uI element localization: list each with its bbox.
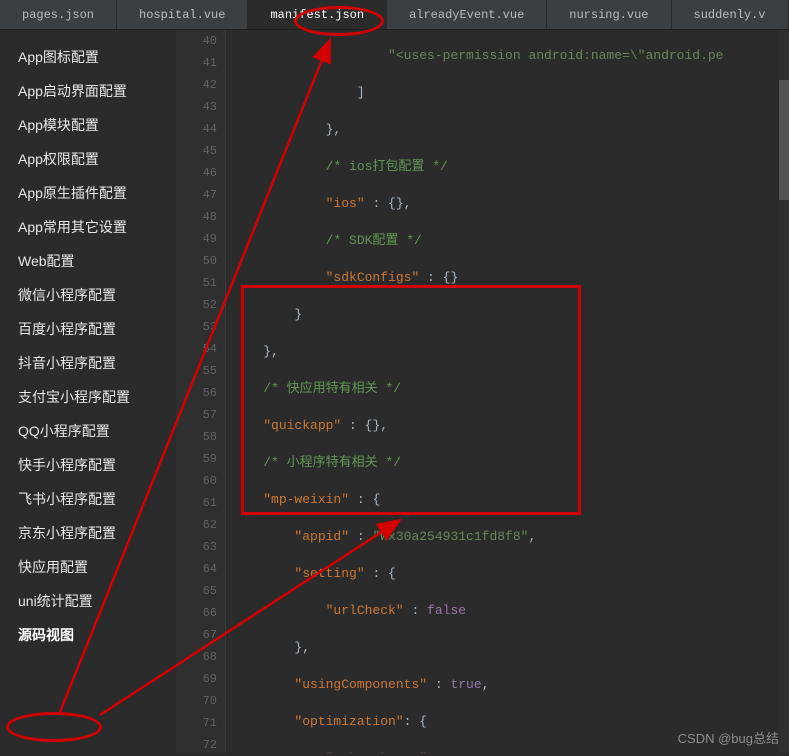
line-number: 47 <box>176 184 217 206</box>
code-text: , <box>528 529 536 544</box>
sidebar-item-app-splash[interactable]: App启动界面配置 <box>0 74 176 108</box>
code-text: ] <box>357 85 365 100</box>
code-key: "quickapp" <box>263 418 341 433</box>
line-number: 49 <box>176 228 217 250</box>
manifest-sidebar: App图标配置 App启动界面配置 App模块配置 App权限配置 App原生插… <box>0 30 176 753</box>
code-text: : { <box>365 566 396 581</box>
tab-manifest-json[interactable]: manifest.json <box>248 0 387 29</box>
sidebar-item-source-view[interactable]: 源码视图 <box>0 618 176 652</box>
code-comment: /* SDK配置 */ <box>326 233 422 248</box>
line-number: 68 <box>176 646 217 668</box>
code-text: }, <box>326 122 342 137</box>
sidebar-item-web[interactable]: Web配置 <box>0 244 176 278</box>
sidebar-item-quickapp[interactable]: 快应用配置 <box>0 550 176 584</box>
code-key: "usingComponents" <box>294 677 427 692</box>
watermark-text: CSDN @bug总结 <box>678 728 779 747</box>
code-text: }, <box>263 344 279 359</box>
line-number: 61 <box>176 492 217 514</box>
code-text: : <box>349 529 372 544</box>
sidebar-item-jd[interactable]: 京东小程序配置 <box>0 516 176 550</box>
sidebar-item-app-native-plugin[interactable]: App原生插件配置 <box>0 176 176 210</box>
line-number: 71 <box>176 712 217 734</box>
sidebar-item-unistats[interactable]: uni统计配置 <box>0 584 176 618</box>
code-bool: false <box>427 603 466 618</box>
code-text: : {}, <box>341 418 388 433</box>
code-content[interactable]: "<uses-permission android:name=\"android… <box>226 30 789 753</box>
tab-hospital-vue[interactable]: hospital.vue <box>117 0 248 29</box>
code-string: "wx30a254931c1fd8f8" <box>372 529 528 544</box>
tab-nursing-vue[interactable]: nursing.vue <box>547 0 671 29</box>
code-comment: /* 快应用特有相关 */ <box>263 381 401 396</box>
sidebar-item-alipay[interactable]: 支付宝小程序配置 <box>0 380 176 414</box>
sidebar-item-app-permission[interactable]: App权限配置 <box>0 142 176 176</box>
code-bool: true <box>450 677 481 692</box>
code-text: } <box>294 307 302 322</box>
line-number: 52 <box>176 294 217 316</box>
line-number: 58 <box>176 426 217 448</box>
line-number: 70 <box>176 690 217 712</box>
sidebar-item-qq[interactable]: QQ小程序配置 <box>0 414 176 448</box>
line-number: 59 <box>176 448 217 470</box>
tab-alreadyevent-vue[interactable]: alreadyEvent.vue <box>387 0 547 29</box>
sidebar-item-douyin[interactable]: 抖音小程序配置 <box>0 346 176 380</box>
line-number: 63 <box>176 536 217 558</box>
code-text: , <box>482 677 490 692</box>
line-number: 45 <box>176 140 217 162</box>
sidebar-item-feishu[interactable]: 飞书小程序配置 <box>0 482 176 516</box>
line-number: 40 <box>176 30 217 52</box>
sidebar-item-weixin[interactable]: 微信小程序配置 <box>0 278 176 312</box>
line-number: 48 <box>176 206 217 228</box>
tab-suddenly-vue[interactable]: suddenly.v <box>672 0 789 29</box>
code-comment: /* 小程序特有相关 */ <box>263 455 401 470</box>
line-number: 60 <box>176 470 217 492</box>
code-key: "sdkConfigs" <box>326 270 420 285</box>
line-number: 64 <box>176 558 217 580</box>
code-key: "setting" <box>294 566 364 581</box>
code-key: "urlCheck" <box>326 603 404 618</box>
code-text: "<uses-permission android:name=\"android… <box>388 48 723 63</box>
main-area: App图标配置 App启动界面配置 App模块配置 App权限配置 App原生插… <box>0 30 789 753</box>
editor-scrollbar[interactable] <box>779 30 789 753</box>
sidebar-item-app-other[interactable]: App常用其它设置 <box>0 210 176 244</box>
line-number: 46 <box>176 162 217 184</box>
line-number: 62 <box>176 514 217 536</box>
code-text: : <box>404 603 427 618</box>
line-number: 53 <box>176 316 217 338</box>
line-number: 42 <box>176 74 217 96</box>
line-number: 43 <box>176 96 217 118</box>
line-number: 51 <box>176 272 217 294</box>
tab-pages-json[interactable]: pages.json <box>0 0 117 29</box>
line-number-gutter: 4041424344454647484950515253545556575859… <box>176 30 226 753</box>
sidebar-item-app-icon[interactable]: App图标配置 <box>0 40 176 74</box>
code-text: : { <box>404 714 427 729</box>
line-number: 56 <box>176 382 217 404</box>
line-number: 54 <box>176 338 217 360</box>
code-text: : { <box>349 492 380 507</box>
scrollbar-thumb[interactable] <box>779 80 789 200</box>
line-number: 44 <box>176 118 217 140</box>
line-number: 57 <box>176 404 217 426</box>
code-text: : {} <box>419 270 458 285</box>
code-text: : {}, <box>365 196 412 211</box>
line-number: 55 <box>176 360 217 382</box>
line-number: 50 <box>176 250 217 272</box>
sidebar-item-kuaishou[interactable]: 快手小程序配置 <box>0 448 176 482</box>
code-text: }, <box>294 640 310 655</box>
sidebar-item-app-module[interactable]: App模块配置 <box>0 108 176 142</box>
line-number: 67 <box>176 624 217 646</box>
line-number: 65 <box>176 580 217 602</box>
line-number: 69 <box>176 668 217 690</box>
code-key: "appid" <box>294 529 349 544</box>
code-comment: /* ios打包配置 */ <box>326 159 448 174</box>
line-number: 41 <box>176 52 217 74</box>
line-number: 66 <box>176 602 217 624</box>
code-key: "mp-weixin" <box>263 492 349 507</box>
code-editor[interactable]: 4041424344454647484950515253545556575859… <box>176 30 789 753</box>
code-key: "ios" <box>326 196 365 211</box>
sidebar-item-baidu[interactable]: 百度小程序配置 <box>0 312 176 346</box>
editor-tabbar: pages.json hospital.vue manifest.json al… <box>0 0 789 30</box>
code-key: "optimization" <box>294 714 403 729</box>
code-text: : <box>427 677 450 692</box>
